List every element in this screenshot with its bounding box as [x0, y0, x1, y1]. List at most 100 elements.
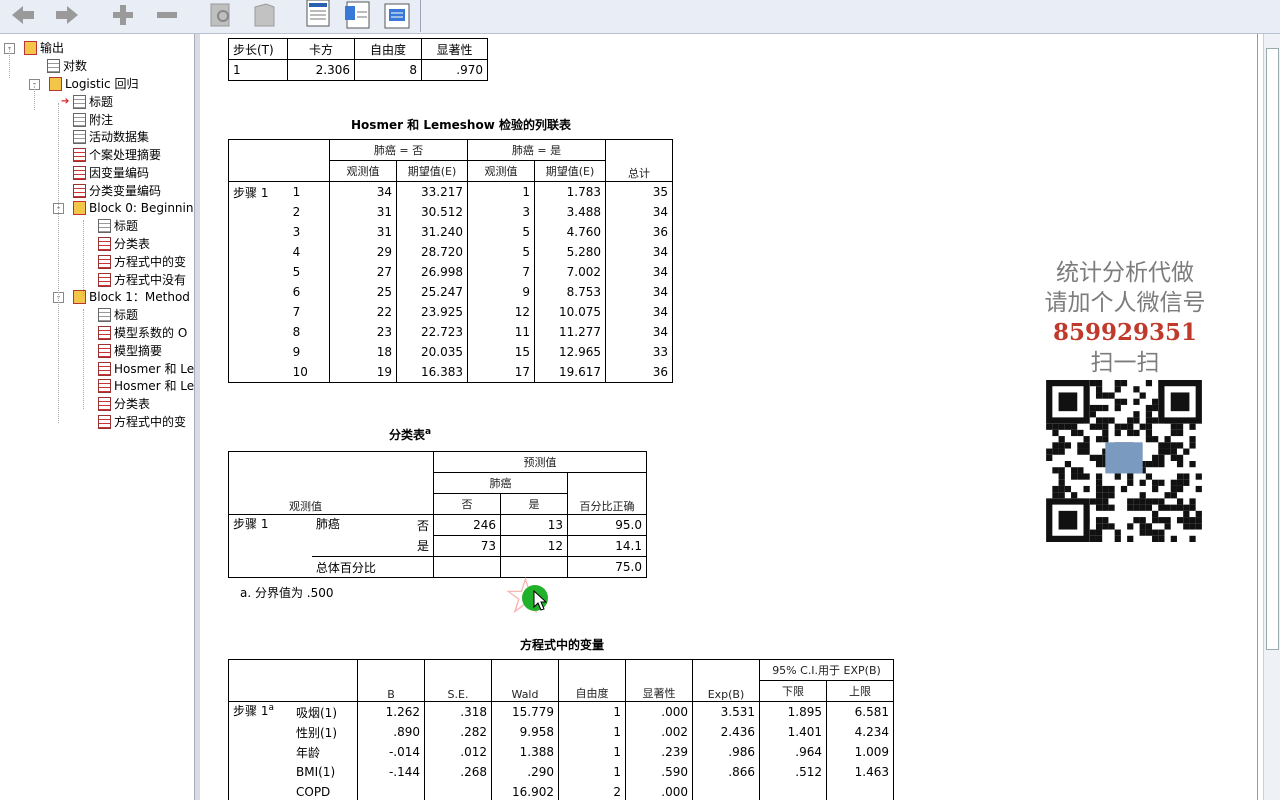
forward-arrow-icon[interactable] — [52, 0, 82, 30]
show-icon[interactable] — [206, 0, 236, 30]
document-icon — [73, 112, 86, 127]
table-row: 9 18 20.035 15 12.965 33 — [227, 342, 673, 362]
outline-item[interactable]: Hosmer 和 Le — [98, 377, 194, 394]
table-row: 5 27 26.998 7 7.002 34 — [227, 262, 673, 282]
outline-item-label: 方程式中的变 — [114, 415, 187, 429]
row-label — [227, 362, 289, 383]
document-icon — [73, 94, 86, 109]
outline-item[interactable]: 标题 — [98, 306, 138, 323]
insert-heading-icon[interactable] — [303, 0, 333, 30]
row-label: 2 — [288, 202, 330, 222]
classification-table-title: 分类表a — [228, 426, 592, 443]
outline-item[interactable]: 方程式中的变 — [98, 253, 186, 270]
outline-item[interactable]: 方程式中的变 — [98, 413, 186, 430]
row-label: 8 — [288, 322, 330, 342]
table-cell: 246 — [433, 514, 501, 536]
table-cell: 23 — [329, 322, 397, 342]
table-cell: 1 — [558, 742, 626, 762]
row-label — [228, 742, 292, 762]
table-cell: 75.0 — [567, 556, 647, 578]
row-label — [228, 722, 292, 742]
outline-item[interactable]: Block 1：Method = — [73, 288, 194, 305]
row-label: 步骤 1 — [227, 181, 289, 202]
table-icon — [73, 183, 86, 198]
outline-item[interactable]: 输出 — [24, 39, 64, 56]
row-label: BMI(1) — [292, 762, 358, 782]
table-cell: 34 — [329, 181, 397, 202]
table-row: 4 29 28.720 5 5.280 34 — [227, 242, 673, 262]
outline-item[interactable]: 标题 — [73, 93, 113, 110]
table-cell: 34 — [605, 302, 673, 322]
outline-item-label: 对数 — [63, 59, 88, 73]
expand-plus-icon[interactable] — [108, 0, 138, 30]
table-cell: 2.306 — [287, 59, 355, 81]
table-corner — [228, 659, 358, 702]
table-cell — [826, 782, 894, 800]
insert-title-icon[interactable] — [343, 0, 373, 30]
table-cell: .000 — [625, 701, 693, 722]
vertical-scrollbar[interactable] — [1263, 34, 1280, 800]
outline-item[interactable]: 方程式中没有 — [98, 271, 186, 288]
table-cell: .590 — [625, 762, 693, 782]
table-cell: 25.247 — [396, 282, 468, 302]
table-cell: 23.925 — [396, 302, 468, 322]
collapse-minus-icon[interactable] — [152, 0, 182, 30]
table-icon — [98, 272, 111, 287]
outline-item-label: 输出 — [40, 41, 65, 55]
table-header: 观测值 — [329, 160, 397, 182]
table-cell: .290 — [491, 762, 559, 782]
row-label: 步骤 1 — [227, 514, 312, 578]
tree-connector — [9, 48, 10, 78]
outline-item[interactable]: 因变量编码 — [73, 164, 149, 181]
table-cell: 4.760 — [534, 222, 606, 242]
table-cell: 22.723 — [396, 322, 468, 342]
table-cell: 25 — [329, 282, 397, 302]
watermark-line3: 扫一扫 — [1090, 350, 1160, 376]
current-item-arrow-icon: ➔ — [61, 96, 70, 107]
outline-item[interactable]: 分类表 — [98, 395, 150, 412]
table-cell: 33.217 — [396, 181, 468, 202]
outline-item-label: 模型系数的 O — [114, 326, 188, 340]
outline-item[interactable]: 个案处理摘要 — [73, 146, 161, 163]
table-cell — [433, 556, 501, 578]
table-cell: 73 — [433, 535, 501, 557]
outline-item[interactable]: Logistic 回归 — [49, 75, 138, 92]
outline-item-label: 方程式中没有 — [114, 273, 187, 287]
outline-item[interactable]: Hosmer 和 Le — [98, 360, 194, 377]
outline-item[interactable]: 活动数据集 — [73, 128, 149, 145]
outline-item[interactable]: 分类变量编码 — [73, 182, 161, 199]
table-header: 肺癌 — [433, 472, 568, 494]
outline-item[interactable]: 标题 — [98, 217, 138, 234]
back-arrow-icon[interactable] — [8, 0, 38, 30]
table-cell: .268 — [424, 762, 492, 782]
table-cell: 29 — [329, 242, 397, 262]
table-header: 下限 — [759, 680, 827, 702]
toolbar — [0, 0, 1280, 34]
outline-item[interactable]: 对数 — [47, 57, 87, 74]
outline-item[interactable]: 模型摘要 — [98, 342, 162, 359]
document-icon — [73, 129, 86, 144]
step-label: 步骤 1 — [233, 704, 269, 718]
hide-icon[interactable] — [250, 0, 280, 30]
table-corner — [228, 139, 330, 182]
row-label — [227, 342, 289, 362]
table-cell: 3 — [467, 202, 535, 222]
outline-item-label: 标题 — [89, 95, 114, 109]
table-header: 自由度 — [558, 659, 626, 702]
insert-text-icon[interactable] — [383, 0, 413, 30]
outline-item-label: 方程式中的变 — [114, 255, 187, 269]
table-cell: 12 — [467, 302, 535, 322]
outline-item[interactable]: 分类表 — [98, 235, 150, 252]
outline-item[interactable]: 附注 — [73, 111, 113, 128]
classification-footnote: a. 分界值为 .500 — [240, 586, 334, 600]
table-cell: 12.965 — [534, 342, 606, 362]
table-cell: 19.617 — [534, 362, 606, 383]
table-cell: 14.1 — [567, 535, 647, 557]
outline-item[interactable]: Block 0: Beginning — [73, 199, 194, 216]
row-label: COPD — [292, 782, 358, 800]
table-icon — [98, 396, 111, 411]
table-cell: 1.262 — [357, 701, 425, 722]
row-label: 1 — [288, 181, 330, 202]
outline-item[interactable]: 模型系数的 O — [98, 324, 187, 341]
row-label: 是 — [388, 535, 435, 557]
